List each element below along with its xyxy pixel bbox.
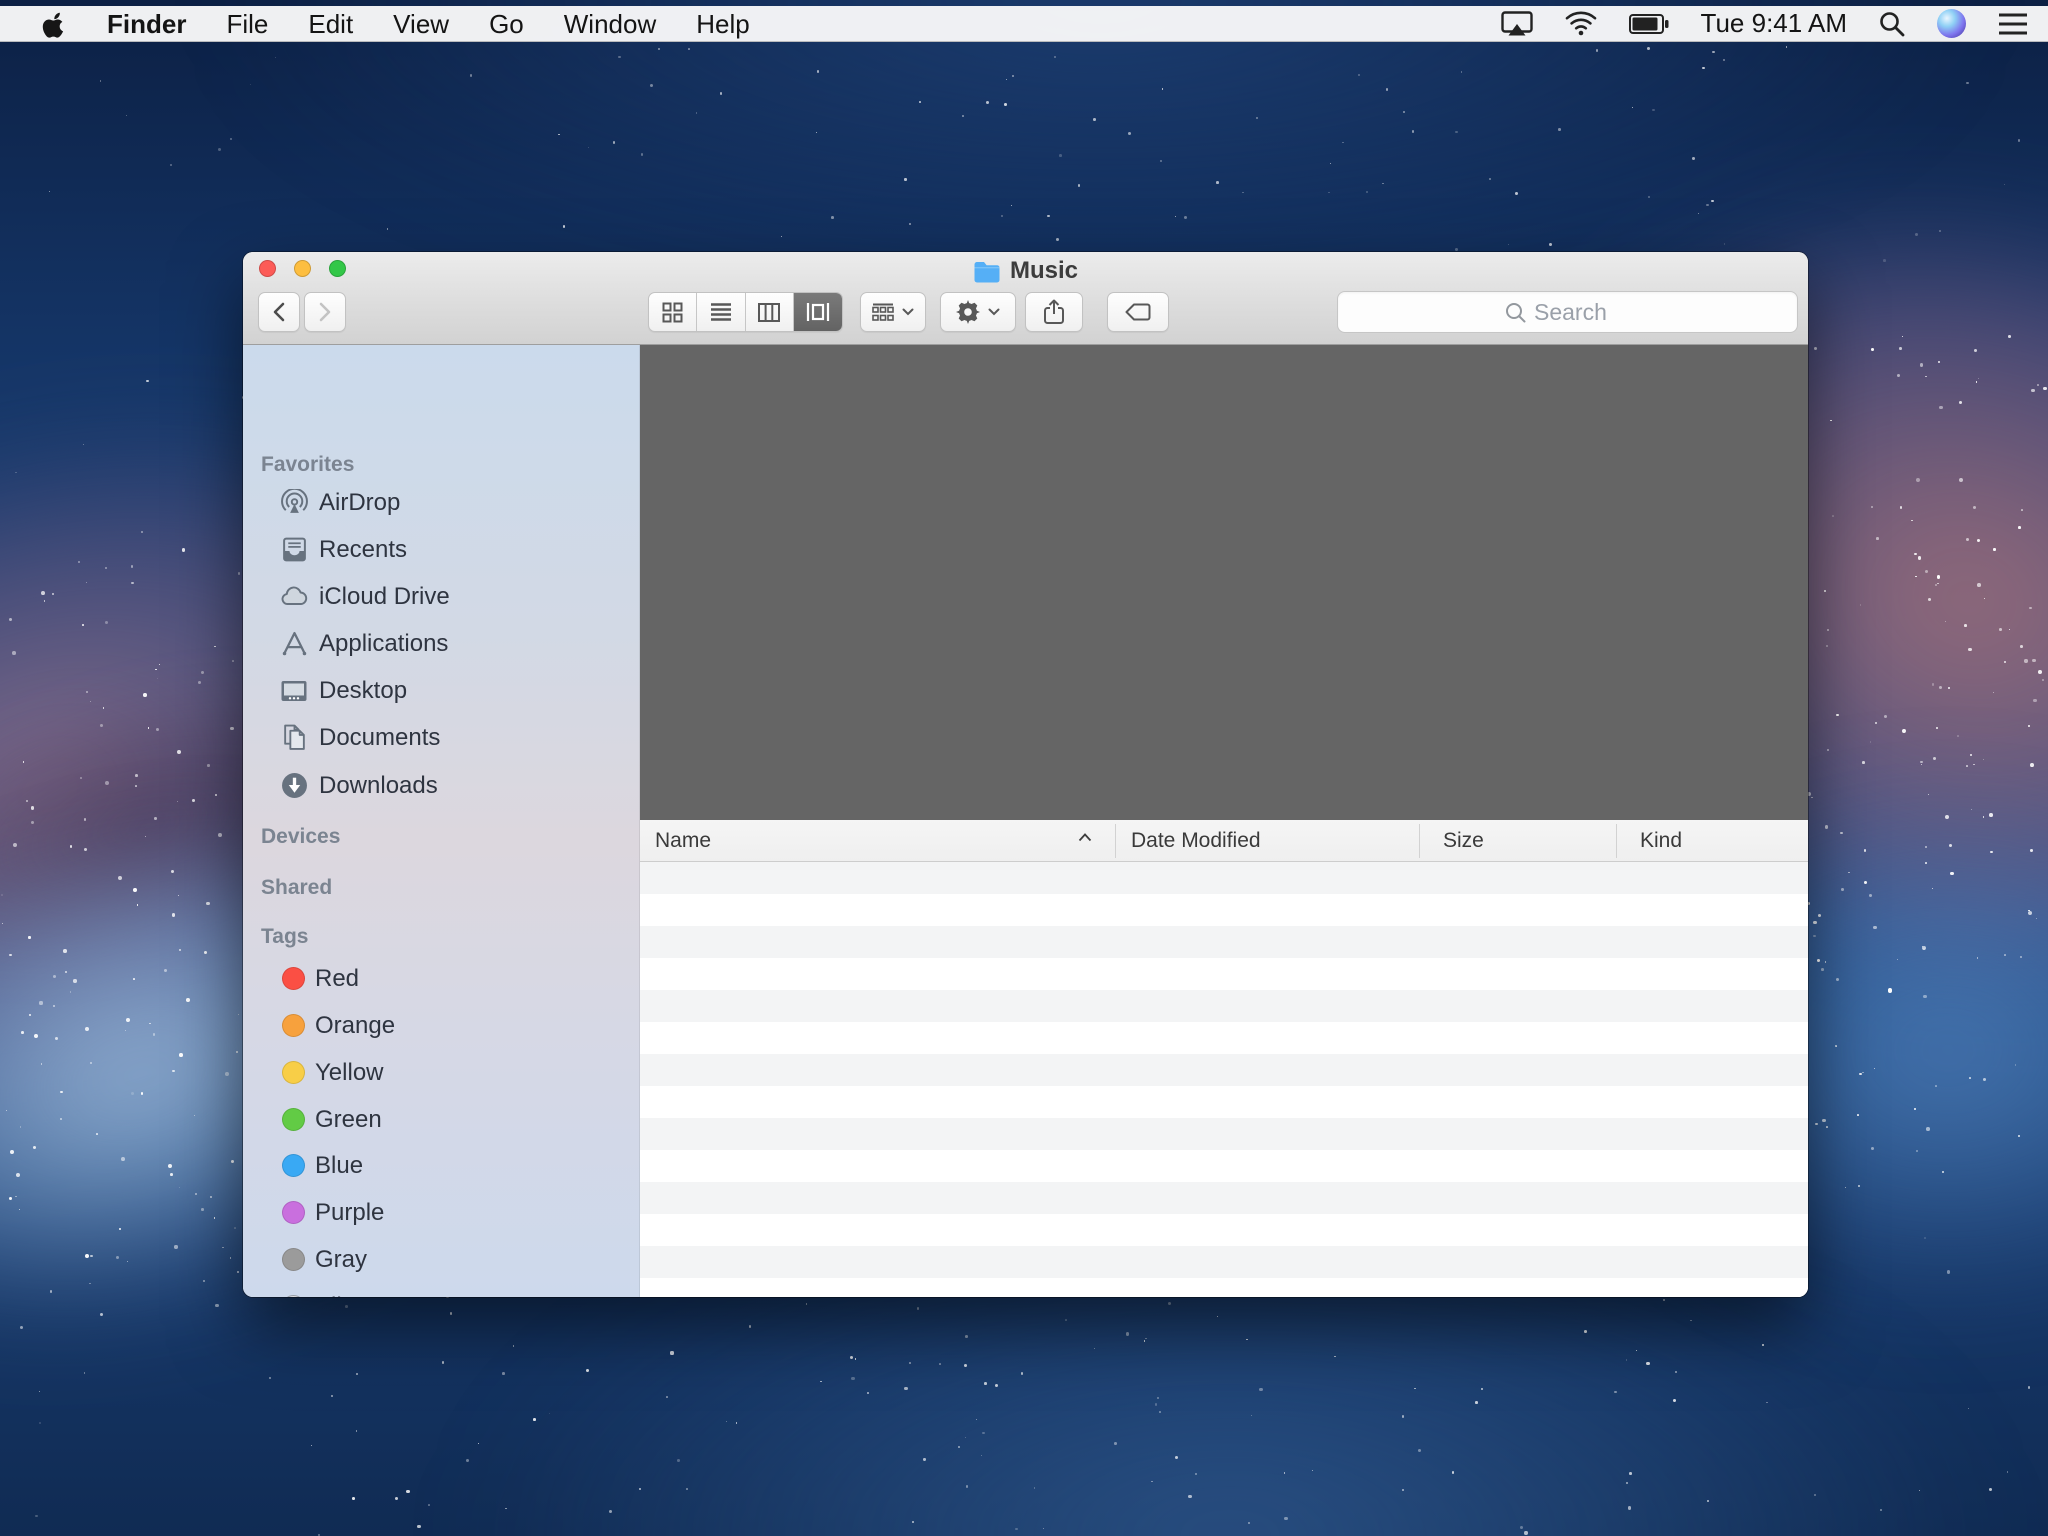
menu-item-finder[interactable]: Finder [107,6,186,42]
column-header-size[interactable]: Size [1443,820,1484,862]
airplay-display-icon[interactable] [1501,11,1533,37]
sidebar-tag-purple[interactable]: Purple [243,1189,639,1236]
finder-window: Music [243,252,1808,1297]
sidebar-item-downloads[interactable]: Downloads [243,762,639,809]
sidebar-tag-blue[interactable]: Blue [243,1142,639,1189]
menu-item-edit[interactable]: Edit [308,6,353,42]
sidebar-section-shared: Shared [261,876,332,900]
battery-icon[interactable] [1629,14,1669,34]
sidebar-tag-gray[interactable]: Gray [243,1236,639,1283]
desktop: Finder File Edit View Go Window Help [0,0,2048,1536]
window-titlebar: Music [243,252,1808,345]
chevron-down-icon [902,308,914,316]
menu-item-file[interactable]: File [226,6,268,42]
search-icon [1505,302,1526,323]
chevron-down-icon [988,308,1000,316]
notification-center-icon[interactable] [1998,12,2028,36]
tag-color-dot [282,1154,305,1177]
tag-color-dot [282,1248,305,1271]
tag-color-dot [282,1014,305,1037]
list-view-button[interactable] [697,293,745,331]
sidebar-item-icloud-drive[interactable]: iCloud Drive [243,573,639,620]
sidebar-item-applications[interactable]: Applications [243,620,639,667]
spotlight-search-icon[interactable] [1879,11,1905,37]
view-mode-segmented-control [648,292,843,332]
all-tags-dot-icon [282,1295,305,1297]
column-divider[interactable] [1616,824,1617,858]
column-header-date-modified[interactable]: Date Modified [1131,820,1261,862]
back-button[interactable] [258,292,300,332]
documents-icon [279,723,309,753]
window-title: Music [1010,257,1078,285]
column-divider[interactable] [1419,824,1420,858]
menu-item-view[interactable]: View [393,6,449,42]
column-header-name[interactable]: Name [655,820,711,862]
folder-icon [973,260,1001,283]
menu-bar-clock[interactable]: Tue 9:41 AM [1701,8,1847,39]
sidebar-tag-all-tags[interactable]: All Tags… [243,1283,639,1297]
sidebar-section-favorites: Favorites [261,453,354,477]
share-button[interactable] [1025,292,1083,332]
sidebar-item-recents[interactable]: Recents [243,526,639,573]
gear-icon [956,300,980,324]
file-list-empty-rows[interactable] [640,862,1808,1297]
tag-color-dot [282,1061,305,1084]
sidebar-item-desktop[interactable]: Desktop [243,667,639,714]
icon-view-button[interactable] [649,293,697,331]
tag-button[interactable] [1107,292,1169,332]
tag-icon [1125,303,1151,321]
desktop-icon [279,676,309,706]
window-title-group: Music [243,257,1808,285]
menu-item-go[interactable]: Go [489,6,524,42]
recents-icon [279,535,309,565]
apple-logo-icon[interactable] [42,10,67,38]
action-gear-button[interactable] [940,292,1016,332]
column-header-kind[interactable]: Kind [1640,820,1682,862]
sidebar-tag-orange[interactable]: Orange [243,1002,639,1049]
sidebar-section-devices: Devices [261,825,340,849]
list-column-header: Name Date Modified Size Kind [640,820,1808,862]
tag-color-dot [282,1108,305,1131]
search-input[interactable] [1534,299,1630,326]
sidebar-tag-red[interactable]: Red [243,955,639,1002]
menu-item-help[interactable]: Help [696,6,749,42]
search-field[interactable] [1337,291,1798,333]
sidebar-tag-yellow[interactable]: Yellow [243,1049,639,1096]
sidebar-item-documents[interactable]: Documents [243,714,639,761]
share-icon [1043,299,1065,325]
airdrop-icon [279,488,309,518]
sort-ascending-icon [1078,833,1092,842]
sidebar-tag-green[interactable]: Green [243,1096,639,1143]
tag-color-dot [282,1201,305,1224]
icloud-drive-icon [279,582,309,612]
sidebar-section-tags: Tags [261,925,308,949]
menu-item-window[interactable]: Window [564,6,656,42]
forward-button[interactable] [304,292,346,332]
tag-color-dot [282,967,305,990]
applications-icon [279,629,309,659]
siri-icon[interactable] [1937,9,1966,38]
sidebar: Favorites AirDrop [243,345,640,1297]
group-by-button[interactable] [860,292,926,332]
menu-bar: Finder File Edit View Go Window Help [0,6,2048,42]
sidebar-item-airdrop[interactable]: AirDrop [243,479,639,526]
file-browser-content: Name Date Modified Size Kind [640,345,1808,1297]
downloads-icon [279,771,309,801]
coverflow-preview-area[interactable] [640,345,1808,820]
column-view-button[interactable] [746,293,794,331]
coverflow-view-button[interactable] [794,293,842,331]
wifi-icon[interactable] [1565,11,1597,36]
column-divider[interactable] [1115,824,1116,858]
